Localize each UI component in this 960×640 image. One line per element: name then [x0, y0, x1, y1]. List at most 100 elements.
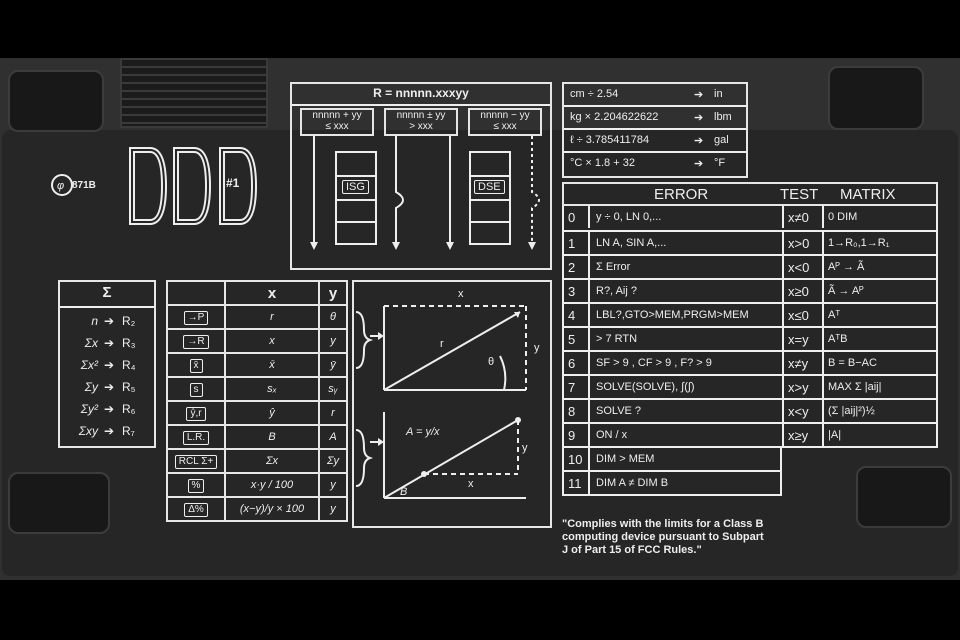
test-condition: x<y — [788, 404, 809, 419]
arrow-icon: ➔ — [104, 358, 115, 372]
sigma-item: Σx² — [80, 358, 98, 372]
divider — [822, 256, 824, 278]
error-message: ON / x — [596, 429, 628, 441]
arrow-icon: ➔ — [104, 314, 115, 328]
stat-row: →P r θ — [166, 304, 349, 330]
stat-x: x·y / 100 — [224, 472, 320, 498]
stat-key: Δ% — [184, 503, 208, 517]
error-row: 3 R?, Aij ? x≥0 Ã → Aᴾ — [562, 278, 938, 304]
memory-modules-graphic: #1 — [126, 146, 266, 226]
matrix-op: |A| — [828, 429, 842, 441]
stat-key: →P — [183, 311, 209, 325]
conversion-expr: ℓ ÷ 3.785411784 — [570, 134, 650, 146]
divider — [782, 328, 784, 350]
stat-y: Σy — [317, 448, 349, 474]
error-number: 1 — [568, 236, 576, 251]
stat-key: x̄ — [189, 359, 203, 373]
arrow-icon: ➔ — [694, 158, 704, 170]
stat-y: y — [317, 328, 349, 354]
dse-key: DSE — [474, 180, 505, 194]
polar-and-regression-diagrams: x y r θ A = y/x y x B — [352, 280, 552, 528]
error-message: SF > 9 , CF > 9 , F? > 9 — [596, 357, 712, 369]
test-condition: x>0 — [788, 236, 810, 251]
error-row: 7 SOLVE(SOLVE), ∫(∫) x>y MAX Σ |aij| — [562, 374, 938, 400]
divider — [588, 424, 590, 446]
error-message: > 7 RTN — [596, 333, 638, 345]
conversion-row: kg × 2.204622622 ➔ lbm — [564, 107, 746, 130]
statistics-table: x y →P r θ →R x y x̄ x̄ ȳ s sₓ sᵧ ŷ,r ŷ r L.R. B A RCL Σ+ Σ… — [166, 280, 350, 522]
error-number: 6 — [568, 356, 576, 371]
stat-x: x — [224, 328, 320, 354]
divider — [588, 206, 590, 228]
line-x-label: x — [468, 478, 474, 490]
line-equation: A = y/x — [406, 426, 440, 438]
sigma-register: R₇ — [122, 424, 135, 438]
sigma-register: R₅ — [122, 380, 136, 394]
conversion-unit: in — [714, 88, 723, 100]
stat-x: (x−y)/y × 100 — [224, 496, 320, 522]
sigma-row: Σx ➔ R₃ — [60, 334, 154, 354]
error-row: 10 DIM > MEM — [562, 446, 782, 472]
stat-x: r — [224, 304, 320, 330]
sigma-register-table: Σ n ➔ R₂ Σx ➔ R₃ Σx² ➔ R₄ Σy ➔ R₅ Σy² ➔ R₆ Σxy ➔ R₇ — [58, 280, 156, 448]
error-number: 10 — [568, 452, 583, 467]
loop-counter-diagram: R = nnnnn.xxxyy nnnnn + yy ≤ xxx nnnnn ±… — [290, 82, 552, 270]
rubber-foot-bottom-left — [8, 472, 110, 534]
divider — [822, 352, 824, 374]
divider — [822, 376, 824, 398]
divider — [588, 256, 590, 278]
x-column-header: x — [224, 280, 320, 306]
stat-x: sₓ — [224, 376, 320, 402]
mid-condition-line1: nnnnn ± yy — [396, 110, 446, 121]
divider — [822, 400, 824, 422]
error-number: 8 — [568, 404, 576, 419]
sigma-register: R₂ — [122, 314, 136, 328]
stat-row: Δ% (x−y)/y × 100 y — [166, 496, 349, 522]
error-message: y ÷ 0, LN 0,... — [596, 211, 662, 223]
stat-key: RCL Σ+ — [174, 455, 218, 469]
line-b-label: B — [400, 486, 408, 498]
y-column-header: y — [317, 280, 349, 306]
isg-condition: nnnnn + yy ≤ xxx — [300, 108, 374, 136]
matrix-op: Aᵀ — [828, 309, 841, 321]
sigma-item: Σx — [84, 336, 98, 350]
arrow-icon: ➔ — [104, 336, 115, 350]
divider — [782, 400, 784, 422]
unit-conversions: cm ÷ 2.54 ➔ in kg × 2.204622622 ➔ lbm ℓ ÷ 3.78… — [562, 82, 748, 178]
hp-logo: φ 871B — [50, 172, 110, 198]
conversion-unit: gal — [714, 134, 729, 146]
divider — [588, 448, 590, 470]
stat-y: r — [317, 400, 349, 426]
test-title: TEST — [780, 186, 819, 203]
matrix-op: (Σ |aij|²)½ — [828, 405, 875, 417]
conversion-unit: lbm — [714, 111, 732, 123]
divider — [782, 232, 784, 254]
matrix-op: 0 DIM — [828, 211, 858, 223]
test-condition: x≠y — [788, 356, 809, 371]
arrow-icon: ➔ — [104, 380, 115, 394]
rubber-foot-top-right — [828, 66, 924, 130]
stat-key: L.R. — [182, 431, 210, 445]
line-y-label: y — [522, 442, 528, 454]
rubber-foot-bottom-right — [856, 466, 952, 528]
rubber-foot-top-left — [8, 70, 104, 132]
divider — [782, 256, 784, 278]
error-number: 0 — [568, 210, 576, 225]
stat-x: ŷ — [224, 400, 320, 426]
test-condition: x≥y — [788, 428, 809, 443]
divider — [822, 328, 824, 350]
stat-key: →R — [183, 335, 209, 349]
matrix-op: B = B−AC — [828, 357, 877, 369]
fcc-line2: computing device pursuant to Subpart — [562, 531, 764, 543]
loop-flow-arrows — [310, 136, 540, 250]
error-number: 4 — [568, 308, 576, 323]
sigma-row: Σxy ➔ R₇ — [60, 422, 154, 442]
error-matrix-header: ERROR TEST MATRIX — [562, 182, 938, 206]
geometry-diagrams — [355, 305, 527, 499]
stat-row: s sₓ sᵧ — [166, 376, 349, 402]
divider — [588, 400, 590, 422]
test-condition: x<0 — [788, 260, 810, 275]
isg-condition-line2: ≤ xxx — [325, 121, 349, 132]
arrow-icon: ➔ — [104, 402, 115, 416]
dse-condition-line1: nnnnn − yy — [480, 110, 530, 121]
